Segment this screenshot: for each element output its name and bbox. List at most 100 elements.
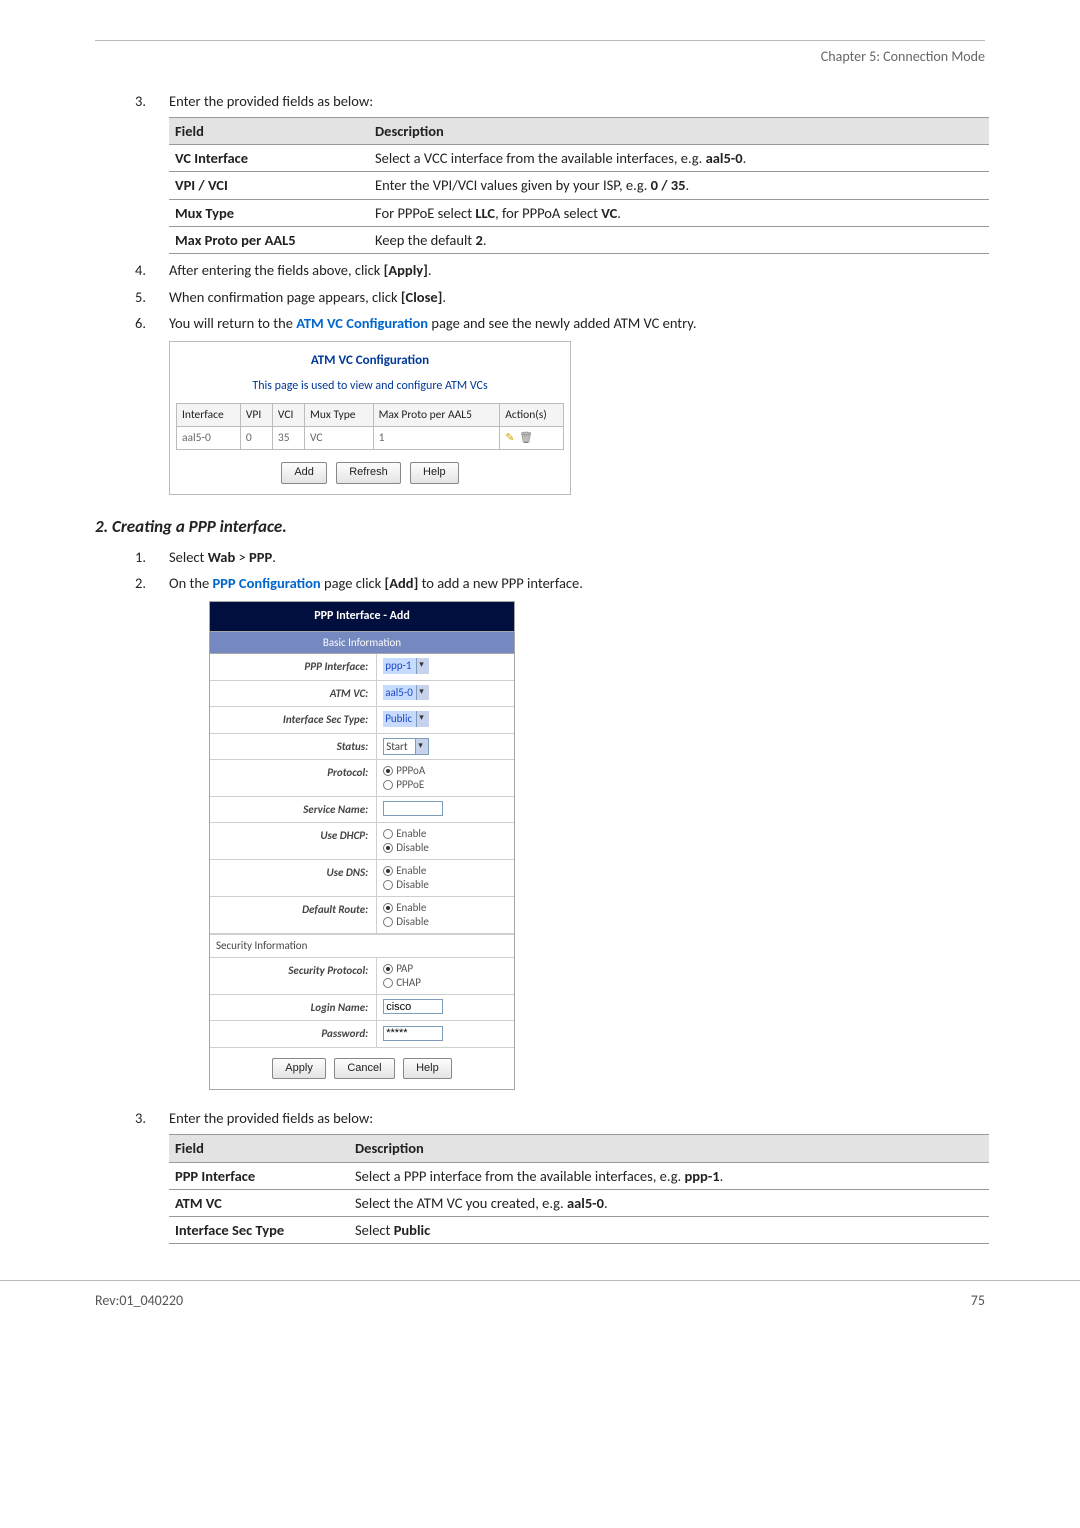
help-button[interactable]: Help bbox=[410, 462, 459, 483]
table-row: ATM VC Select the ATM VC you created, e.… bbox=[169, 1189, 989, 1216]
txt: Select the ATM VC you created, e.g. bbox=[355, 1194, 567, 1212]
chevron-down-icon bbox=[415, 739, 428, 754]
link-text: PPP Configuration bbox=[212, 574, 320, 592]
radio-label: Disable bbox=[396, 915, 429, 929]
step-num: 2. bbox=[135, 573, 169, 593]
form-label: Use DNS: bbox=[210, 860, 377, 896]
chapter-header: Chapter 5: Connection Mode bbox=[95, 47, 985, 67]
form-value: EnableDisable bbox=[377, 823, 514, 859]
ppp-add-panel: PPP Interface - Add Basic Information PP… bbox=[209, 601, 515, 1090]
txt-bold: [Add] bbox=[385, 574, 419, 592]
step-num: 5. bbox=[135, 287, 169, 307]
cell-field: ATM VC bbox=[169, 1189, 349, 1216]
radio-icon bbox=[383, 829, 393, 839]
panel-title: PPP Interface - Add bbox=[210, 602, 514, 631]
th-field: Field bbox=[169, 117, 369, 144]
ppp-button-row: Apply Cancel Help bbox=[210, 1048, 514, 1089]
form-value bbox=[377, 1021, 514, 1046]
radio-option[interactable]: Enable bbox=[383, 901, 508, 915]
form-row: Default Route:EnableDisable bbox=[210, 897, 514, 934]
form-label: Service Name: bbox=[210, 797, 377, 822]
atm-header-row: Interface VPI VCI Mux Type Max Proto per… bbox=[177, 404, 564, 427]
table-header-row: Field Description bbox=[169, 117, 989, 144]
radio-icon bbox=[383, 964, 393, 974]
step-text: Enter the provided fields as below: bbox=[169, 91, 373, 111]
form-label: Use DHCP: bbox=[210, 823, 377, 859]
radio-label: PAP bbox=[396, 962, 413, 976]
dropdown-value: Start bbox=[386, 740, 407, 753]
radio-label: Disable bbox=[396, 841, 429, 855]
help-button[interactable]: Help bbox=[403, 1058, 452, 1079]
th: VPI bbox=[240, 404, 272, 427]
radio-icon bbox=[383, 880, 393, 890]
table-row: Interface Sec Type Select Public bbox=[169, 1217, 989, 1244]
section-heading: 2. Creating a PPP interface. bbox=[95, 515, 985, 539]
cell-desc: Enter the VPI/VCI values given by your I… bbox=[369, 172, 989, 199]
cancel-button[interactable]: Cancel bbox=[334, 1058, 394, 1079]
section-basic-info: Basic Information bbox=[210, 631, 514, 654]
radio-option[interactable]: Disable bbox=[383, 878, 508, 892]
radio-option[interactable]: PPPoA bbox=[383, 764, 508, 778]
radio-option[interactable]: Enable bbox=[383, 827, 508, 841]
cell-desc: Select a VCC interface from the availabl… bbox=[369, 145, 989, 172]
dropdown[interactable]: aal5-0 bbox=[383, 685, 429, 700]
txt: Select bbox=[169, 548, 208, 566]
footer-rev: Rev:01_040220 bbox=[95, 1291, 183, 1311]
text-input[interactable] bbox=[383, 1026, 443, 1041]
radio-option[interactable]: PAP bbox=[383, 962, 508, 976]
radio-option[interactable]: Enable bbox=[383, 864, 508, 878]
dropdown[interactable]: ppp-1 bbox=[383, 658, 429, 673]
txt-bold: VC bbox=[601, 204, 617, 222]
step-text: You will return to the ATM VC Configurat… bbox=[169, 313, 697, 333]
refresh-button[interactable]: Refresh bbox=[336, 462, 401, 483]
txt: On the bbox=[169, 574, 212, 592]
radio-icon bbox=[383, 903, 393, 913]
radio-option[interactable]: CHAP bbox=[383, 976, 508, 990]
txt-bold: 2 bbox=[475, 231, 482, 249]
add-button[interactable]: Add bbox=[281, 462, 327, 483]
form-row: Status: Start bbox=[210, 734, 514, 760]
radio-icon bbox=[383, 917, 393, 927]
form-value: EnableDisable bbox=[377, 860, 514, 896]
form-label: Status: bbox=[210, 734, 377, 759]
form-value: ppp-1 bbox=[377, 654, 514, 679]
radio-option[interactable]: Disable bbox=[383, 915, 508, 929]
text-input[interactable] bbox=[383, 999, 443, 1014]
form-label: Default Route: bbox=[210, 897, 377, 933]
txt: page click bbox=[321, 574, 385, 592]
radio-icon bbox=[383, 866, 393, 876]
td-actions: ✎ 🗑 bbox=[500, 427, 564, 450]
step-d3: 3. Enter the provided fields as below: bbox=[135, 1108, 985, 1128]
step-text: On the PPP Configuration page click [Add… bbox=[169, 573, 583, 593]
dropdown[interactable]: Public bbox=[383, 711, 429, 726]
form-label: ATM VC: bbox=[210, 681, 377, 706]
th: Mux Type bbox=[305, 404, 374, 427]
cell-field: PPP Interface bbox=[169, 1162, 349, 1189]
radio-icon bbox=[383, 780, 393, 790]
table-row: Max Proto per AAL5 Keep the default 2. bbox=[169, 227, 989, 254]
txt: to add a new PPP interface. bbox=[418, 574, 583, 592]
form-value: EnableDisable bbox=[377, 897, 514, 933]
step-num: 4. bbox=[135, 260, 169, 280]
dropdown-value: aal5-0 bbox=[385, 686, 413, 699]
form-label: Interface Sec Type: bbox=[210, 707, 377, 732]
delete-icon[interactable]: 🗑 bbox=[519, 431, 533, 444]
form-row: PPP Interface:ppp-1 bbox=[210, 654, 514, 680]
txt-bold: ppp-1 bbox=[684, 1167, 719, 1185]
field-table-1: Field Description VC Interface Select a … bbox=[169, 117, 989, 254]
form-row: Use DHCP:EnableDisable bbox=[210, 823, 514, 860]
cell-desc: For PPPoE select LLC, for PPPoA select V… bbox=[369, 199, 989, 226]
text-input[interactable] bbox=[383, 801, 443, 816]
radio-option[interactable]: PPPoE bbox=[383, 778, 508, 792]
form-row: Password: bbox=[210, 1021, 514, 1047]
apply-button[interactable]: Apply bbox=[272, 1058, 326, 1079]
dropdown[interactable]: Start bbox=[383, 738, 429, 755]
form-row: Service Name: bbox=[210, 797, 514, 823]
panel-title: ATM VC Configuration bbox=[176, 348, 564, 378]
step-c2: 2. On the PPP Configuration page click [… bbox=[135, 573, 985, 593]
radio-icon bbox=[383, 978, 393, 988]
form-row: Login Name: bbox=[210, 995, 514, 1021]
radio-option[interactable]: Disable bbox=[383, 841, 508, 855]
field-table-2: Field Description PPP Interface Select a… bbox=[169, 1134, 989, 1244]
edit-icon[interactable]: ✎ bbox=[505, 431, 514, 444]
